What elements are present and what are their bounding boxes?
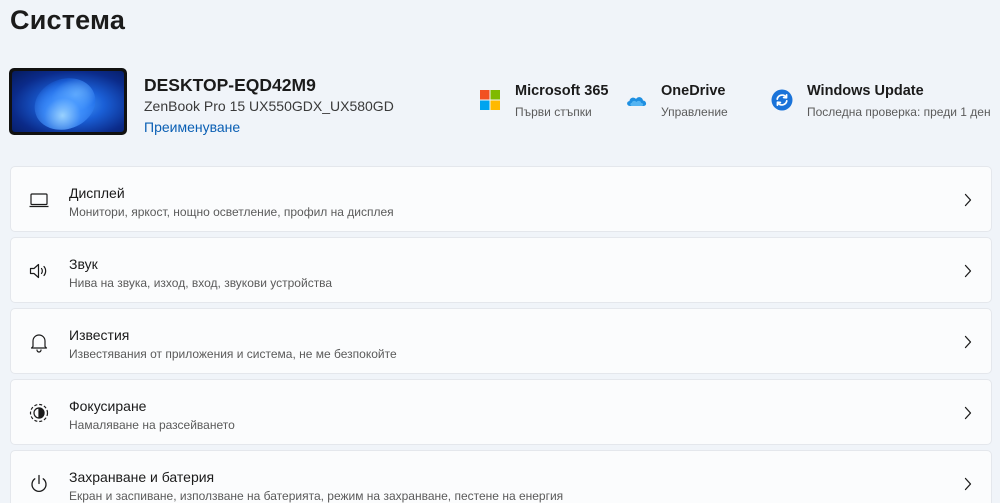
windows-update-icon <box>771 89 793 111</box>
quick-link-title: Windows Update <box>807 83 924 99</box>
settings-item-title: Звук <box>69 256 98 272</box>
settings-item-title: Фокусиране <box>69 398 147 414</box>
onedrive-icon <box>625 89 647 111</box>
quick-link-title: Microsoft 365 <box>515 83 609 99</box>
power-icon <box>27 472 51 496</box>
device-thumbnail <box>9 68 127 135</box>
quick-link-subtitle: Управление <box>661 105 728 119</box>
microsoft-365-icon <box>479 89 501 111</box>
quick-link-windows-update[interactable]: Windows Update Последна проверка: преди … <box>771 83 993 123</box>
settings-item-title: Известия <box>69 327 130 343</box>
settings-item-notifications[interactable]: Известия Известявания от приложения и си… <box>10 308 992 374</box>
chevron-right-icon <box>963 476 973 492</box>
settings-item-focus[interactable]: Фокусиране Намаляване на разсейването <box>10 379 992 445</box>
quick-link-microsoft-365[interactable]: Microsoft 365 Първи стъпки <box>479 83 619 123</box>
settings-item-subtitle: Монитори, яркост, нощно осветление, проф… <box>69 205 394 219</box>
quick-link-subtitle: Последна проверка: преди 1 ден <box>807 105 991 119</box>
display-icon <box>27 188 51 212</box>
settings-item-sound[interactable]: Звук Нива на звука, изход, вход, звукови… <box>10 237 992 303</box>
focus-icon <box>27 401 51 425</box>
settings-item-subtitle: Екран и заспиване, използване на батерия… <box>69 489 564 503</box>
sound-icon <box>27 259 51 283</box>
settings-item-title: Захранване и батерия <box>69 469 215 485</box>
settings-item-subtitle: Известявания от приложения и система, не… <box>69 347 397 361</box>
settings-item-power-battery[interactable]: Захранване и батерия Екран и заспиване, … <box>10 450 992 503</box>
settings-item-subtitle: Нива на звука, изход, вход, звукови устр… <box>69 276 333 290</box>
settings-item-subtitle: Намаляване на разсейването <box>69 418 235 432</box>
quick-link-title: OneDrive <box>661 83 726 99</box>
settings-page: Система DESKTOP-EQD42M9 ZenBook Pro 15 U… <box>0 0 1000 503</box>
settings-item-display[interactable]: Дисплей Монитори, яркост, нощно осветлен… <box>10 166 992 232</box>
chevron-right-icon <box>963 405 973 421</box>
device-model: ZenBook Pro 15 UX550GDX_UX580GD <box>144 98 394 114</box>
device-name: DESKTOP-EQD42M9 <box>144 75 316 95</box>
chevron-right-icon <box>963 192 973 208</box>
chevron-right-icon <box>963 334 973 350</box>
quick-link-subtitle: Първи стъпки <box>515 105 592 119</box>
page-title: Система <box>10 5 126 35</box>
rename-link[interactable]: Преименуване <box>144 119 240 135</box>
notifications-icon <box>27 330 51 354</box>
chevron-right-icon <box>963 263 973 279</box>
settings-item-title: Дисплей <box>69 185 125 201</box>
quick-link-onedrive[interactable]: OneDrive Управление <box>625 83 755 123</box>
